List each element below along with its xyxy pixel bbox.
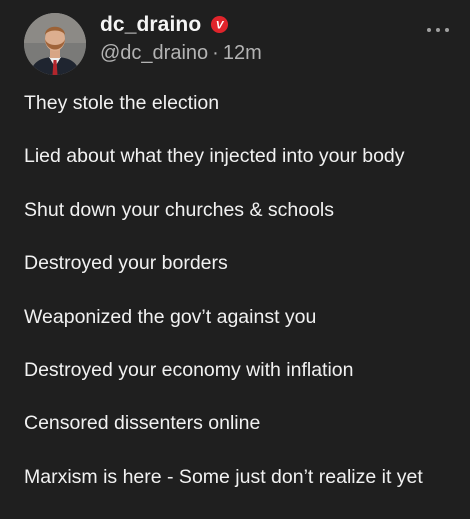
post-line: They stole the election (24, 92, 220, 114)
post-line: Destroyed your borders (24, 252, 228, 275)
post-line: Lied about what they injected into your … (24, 145, 405, 168)
more-horizontal-icon[interactable] (424, 22, 452, 38)
post-card: dc_draino V @dc_draino · 12m They stole th… (0, 0, 470, 500)
post-body: They stole the election Lied about what … (24, 92, 464, 519)
post-time: 12m (222, 42, 262, 64)
post-line: Destroyed your economy with inflation (24, 358, 354, 381)
avatar[interactable] (24, 13, 86, 75)
handle-line: @dc_draino · 12m (100, 42, 262, 65)
separator: · (212, 42, 219, 64)
author-handle[interactable]: @dc_draino (100, 42, 208, 64)
author-username[interactable]: dc_draino (100, 13, 201, 37)
post-line: Censored dissenters online (24, 412, 261, 435)
post-line: Shut down your churches & schools (24, 198, 335, 221)
post-line: Weaponized the gov’t against you (24, 305, 317, 328)
post-line: Marxism is here - Some just don’t realiz… (24, 465, 423, 488)
verified-badge-icon: V (210, 15, 229, 34)
avatar-image (24, 13, 86, 75)
